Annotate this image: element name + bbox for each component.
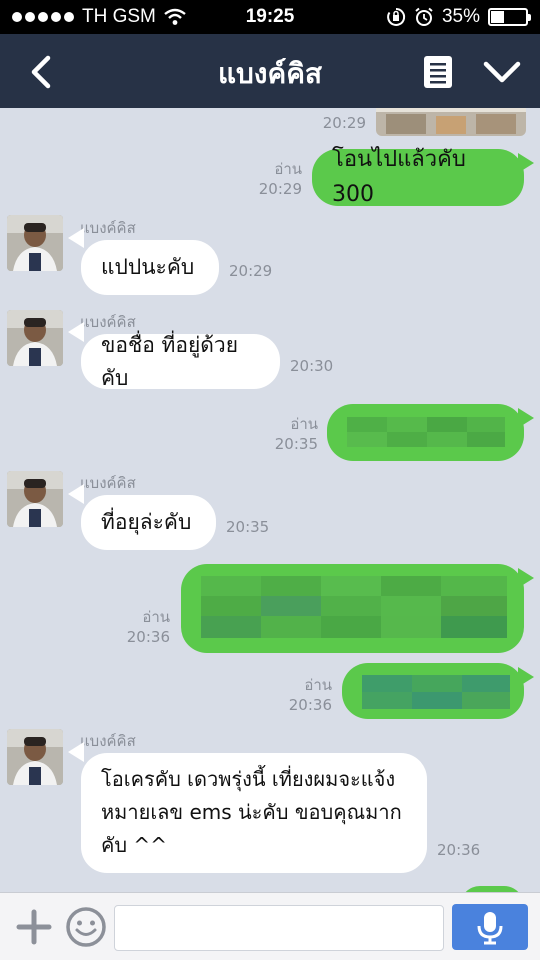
- sender-name: แบงค์คิส: [80, 474, 136, 492]
- message-time: 20:36: [288, 695, 332, 714]
- plus-icon[interactable]: [14, 907, 54, 947]
- message-text: ที่อยุล่ะคับ: [101, 510, 192, 535]
- avatar-photo: [7, 471, 63, 527]
- emoji-icon[interactable]: [64, 905, 108, 949]
- sent-message-bubble[interactable]: โอนไปแล้วคับ 300: [312, 147, 524, 207]
- bubble-tail: [518, 568, 534, 588]
- message-time: 20:30: [290, 357, 334, 375]
- sent-message-bubble[interactable]: [342, 663, 524, 719]
- received-message-bubble[interactable]: ที่อยุล่ะคับ: [81, 495, 216, 550]
- message-time: 20:36: [126, 627, 170, 646]
- sent-message-bubble[interactable]: [181, 564, 524, 653]
- message-text: โอนไปแล้วคับ 300: [332, 147, 466, 207]
- avatar-photo: [7, 215, 63, 271]
- bubble-tail: [68, 742, 84, 762]
- alarm-icon: [415, 7, 433, 26]
- bubble-tail: [68, 322, 84, 342]
- message-text: ขอชื่อ ที่อยู่ด้วยคับ: [101, 332, 239, 390]
- bubble-tail: [518, 667, 534, 687]
- avatar[interactable]: [7, 471, 63, 527]
- message-text-line: คับ ^^: [101, 833, 167, 857]
- avatar[interactable]: [7, 310, 63, 366]
- sender-name: แบงค์คิส: [80, 219, 136, 237]
- message-text-line: โอเครคับ เดวพรุ่งนี้ เที่ยงผมจะแจ้ง: [101, 767, 396, 791]
- message-meta: อ่าน 20:36: [276, 676, 332, 715]
- message-time: 20:29: [258, 179, 302, 198]
- read-receipt: อ่าน: [304, 676, 332, 694]
- message-time: 20:35: [274, 434, 318, 453]
- censored-text: [362, 675, 510, 709]
- avatar-photo: [7, 310, 63, 366]
- received-message-bubble[interactable]: แปปนะคับ: [81, 240, 219, 295]
- battery-percent: 35%: [441, 6, 480, 27]
- chevron-down-icon[interactable]: [480, 54, 524, 90]
- note-icon[interactable]: [420, 54, 456, 90]
- mic-button[interactable]: [452, 904, 528, 950]
- image-message[interactable]: [376, 108, 526, 136]
- bubble-tail: [518, 153, 534, 173]
- bubble-tail: [68, 484, 84, 504]
- message-input-bar: [0, 892, 540, 960]
- status-bar: TH GSM 19:25 35%: [0, 0, 540, 34]
- message-text: แปปนะคับ: [101, 255, 195, 280]
- chat-header: แบงค์คิส: [0, 34, 540, 108]
- censored-text: [201, 576, 507, 638]
- bubble-tail: [68, 228, 84, 248]
- read-receipt: อ่าน: [290, 415, 318, 433]
- message-meta: อ่าน 20:29: [246, 160, 302, 199]
- battery-level: [491, 11, 504, 23]
- message-meta: อ่าน 20:35: [262, 415, 318, 454]
- censored-text: [347, 417, 505, 447]
- chat-title: แบงค์คิส: [217, 57, 323, 90]
- sender-name: แบงค์คิส: [80, 732, 136, 750]
- bubble-tail: [518, 408, 534, 428]
- message-time: 20:35: [226, 518, 270, 536]
- rotation-lock-icon: [387, 7, 406, 26]
- sent-message-bubble[interactable]: [327, 404, 524, 461]
- message-meta: อ่าน 20:36: [114, 608, 170, 647]
- message-time: 20:29: [322, 114, 366, 132]
- read-receipt: อ่าน: [274, 160, 302, 178]
- received-message-bubble[interactable]: โอเครคับ เดวพรุ่งนี้ เที่ยงผมจะแจ้ง หมาย…: [81, 753, 427, 873]
- received-message-bubble[interactable]: ขอชื่อ ที่อยู่ด้วยคับ: [81, 333, 280, 390]
- chat-area[interactable]: 20:29 อ่าน 20:29 โอนไปแล้วคับ 300 แบงค์ค…: [0, 108, 540, 892]
- message-time: 20:29: [229, 262, 273, 280]
- avatar-photo: [7, 729, 63, 785]
- avatar[interactable]: [7, 729, 63, 785]
- message-text-line: หมายเลข ems น่ะคับ ขอบคุณมาก: [101, 800, 402, 824]
- avatar[interactable]: [7, 215, 63, 271]
- battery-icon: [488, 8, 531, 26]
- read-receipt: อ่าน: [142, 608, 170, 626]
- message-time: 20:36: [437, 841, 481, 859]
- message-input[interactable]: [114, 905, 444, 951]
- microphone-icon: [477, 912, 503, 945]
